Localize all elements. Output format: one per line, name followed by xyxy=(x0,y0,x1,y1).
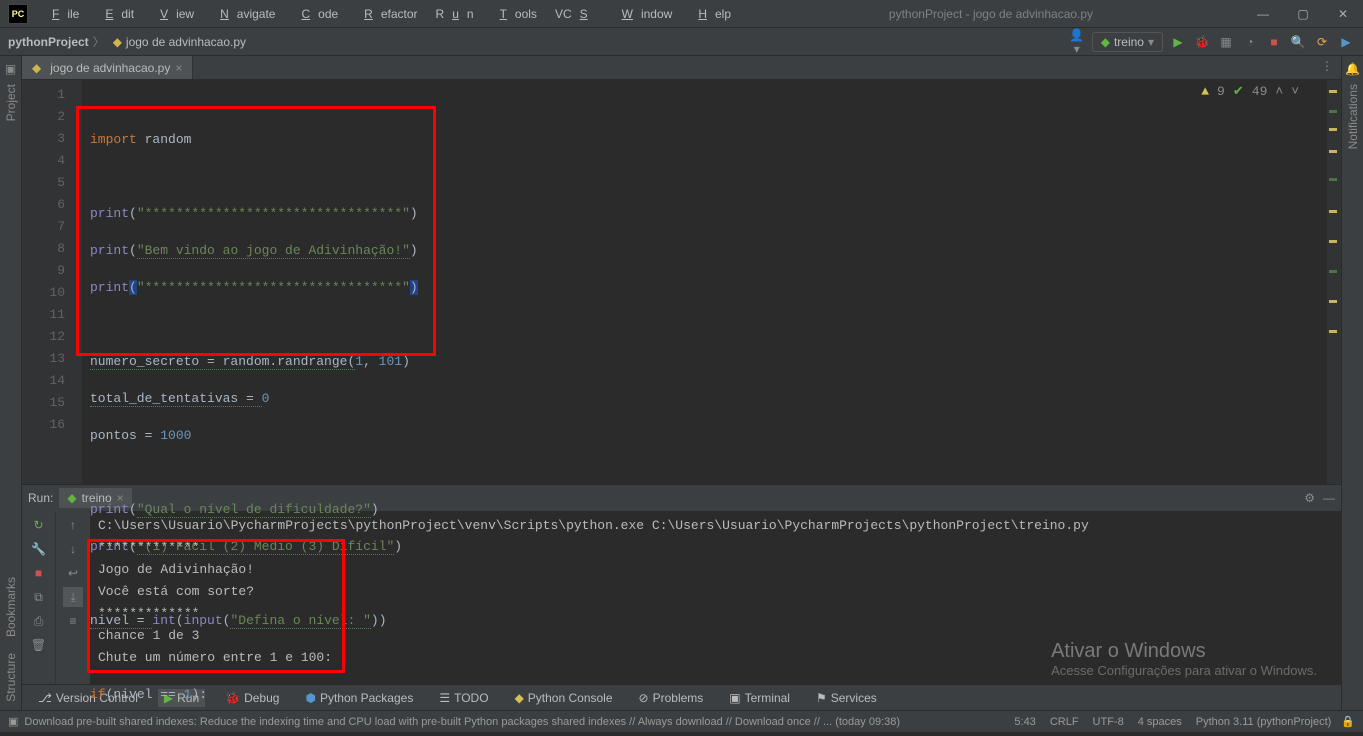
update-icon[interactable]: ⟳ xyxy=(1313,35,1331,49)
menu-run[interactable]: Run xyxy=(428,3,482,25)
menu-code[interactable]: Code xyxy=(285,3,346,25)
menu-refactor[interactable]: Refactor xyxy=(348,3,425,25)
menu-vcs[interactable]: VCS xyxy=(547,3,604,25)
project-tool-label[interactable]: Project xyxy=(4,84,18,121)
editor-tab[interactable]: ◆ jogo de advinhacao.py × xyxy=(22,56,193,79)
toggle-tools-button[interactable]: 🔧 xyxy=(29,539,49,559)
menu-tools[interactable]: Tools xyxy=(484,3,545,25)
notifications-label[interactable]: Notifications xyxy=(1346,84,1360,149)
run-toolbar-left: ↻ 🔧 ■ ⧉ ⎙ 🗑 xyxy=(22,511,56,684)
user-icon[interactable]: 👤▾ xyxy=(1068,28,1086,56)
ide-tools-icon[interactable]: ▶ xyxy=(1337,35,1355,49)
close-tab-icon[interactable]: × xyxy=(175,61,182,75)
editor-more-icon[interactable]: ⋮ xyxy=(1313,56,1341,79)
right-tool-stripe: 🔔 Notifications xyxy=(1341,56,1363,710)
app-icon: PC xyxy=(8,4,28,24)
stop-button[interactable]: ■ xyxy=(1265,35,1283,49)
highlight-box-1 xyxy=(76,106,436,356)
navigation-bar: pythonProject〉 ◆ jogo de advinhacao.py 👤… xyxy=(0,28,1363,56)
error-stripe[interactable] xyxy=(1327,80,1341,484)
wrap-icon[interactable]: ↩ xyxy=(63,563,83,583)
run-label: Run: xyxy=(28,491,53,505)
layout-button[interactable]: ⧉ xyxy=(29,587,49,607)
menu-navigate[interactable]: Navigate xyxy=(204,3,283,25)
breadcrumb-project[interactable]: pythonProject〉 xyxy=(8,33,109,50)
print-button[interactable]: ⎙ xyxy=(29,611,49,631)
breadcrumb-file[interactable]: ◆ jogo de advinhacao.py xyxy=(113,35,246,49)
title-bar: PC File Edit View Navigate Code Refactor… xyxy=(0,0,1363,28)
python-icon: ◆ xyxy=(1101,35,1110,49)
bookmarks-tool-label[interactable]: Bookmarks xyxy=(4,577,18,637)
menu-window[interactable]: Window xyxy=(606,3,681,25)
minimize-button[interactable]: — xyxy=(1243,0,1283,28)
maximize-button[interactable]: ▢ xyxy=(1283,0,1323,28)
profile-button[interactable]: ◔ xyxy=(1241,35,1259,49)
scroll-end-icon[interactable]: ⤓ xyxy=(63,587,83,607)
debug-button[interactable]: 🐞 xyxy=(1193,35,1211,49)
chevron-down-icon[interactable]: ˅ xyxy=(1291,84,1299,99)
menu-view[interactable]: View xyxy=(144,3,202,25)
python-file-icon: ◆ xyxy=(113,35,122,49)
highlight-box-2 xyxy=(87,539,345,673)
line-gutter: 12 34 56 78 910 1112 1314 1516 xyxy=(22,80,82,484)
run-tool-window: Run: ◆ treino × ⚙ — ↻ 🔧 ■ ⧉ ⎙ 🗑 xyxy=(22,484,1341,684)
code-content[interactable]: ▲9 ✔49 ˄ ˅ import random print("********… xyxy=(82,80,1327,484)
window-title: pythonProject - jogo de advinhacao.py xyxy=(739,7,1243,21)
notifications-icon[interactable]: 🔔 xyxy=(1345,62,1360,76)
up-icon[interactable]: ↑ xyxy=(63,515,83,535)
close-button[interactable]: ✕ xyxy=(1323,0,1363,28)
code-editor[interactable]: 12 34 56 78 910 1112 1314 1516 ▲9 ✔49 ˄ … xyxy=(22,80,1341,484)
project-tool-icon[interactable]: ▣ xyxy=(5,62,16,76)
clear-icon[interactable]: ≡ xyxy=(63,611,83,631)
chevron-up-icon[interactable]: ˄ xyxy=(1275,84,1283,99)
menu-edit[interactable]: Edit xyxy=(89,3,142,25)
coverage-button[interactable]: ▦ xyxy=(1217,35,1235,49)
menu-help[interactable]: Help xyxy=(682,3,739,25)
event-log-icon[interactable]: ▣ xyxy=(8,715,18,728)
run-button[interactable]: ▶ xyxy=(1169,35,1187,49)
structure-tool-label[interactable]: Structure xyxy=(4,653,18,702)
python-icon: ◆ xyxy=(67,491,76,505)
rerun-button[interactable]: ↻ xyxy=(29,515,49,535)
down-icon[interactable]: ↓ xyxy=(63,539,83,559)
run-toolbar-right: ↑ ↓ ↩ ⤓ ≡ xyxy=(56,511,90,684)
editor-tabs: ◆ jogo de advinhacao.py × ⋮ xyxy=(22,56,1341,80)
search-icon[interactable]: 🔍 xyxy=(1289,35,1307,49)
python-file-icon: ◆ xyxy=(32,61,41,75)
left-tool-stripe: ▣ Project Bookmarks Structure xyxy=(0,56,22,710)
lock-icon[interactable]: 🔒 xyxy=(1341,715,1355,728)
ok-icon[interactable]: ✔ xyxy=(1233,84,1244,99)
warning-icon[interactable]: ▲ xyxy=(1201,84,1209,99)
stop-run-button[interactable]: ■ xyxy=(29,563,49,583)
menu-file[interactable]: File xyxy=(36,3,87,25)
run-config-selector[interactable]: ◆ treino▾ xyxy=(1092,32,1163,52)
delete-button[interactable]: 🗑 xyxy=(29,635,49,655)
menu-bar: File Edit View Navigate Code Refactor Ru… xyxy=(36,3,739,25)
run-console[interactable]: C:\Users\Usuario\PycharmProjects\pythonP… xyxy=(90,511,1341,684)
